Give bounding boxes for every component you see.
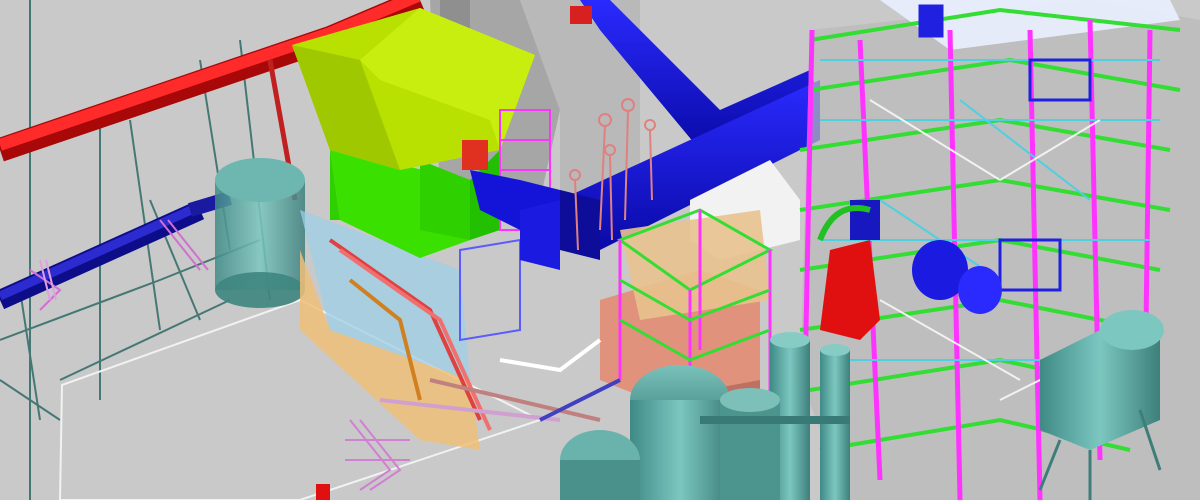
- red-marker: [316, 484, 330, 500]
- left-vessel: [215, 158, 305, 308]
- plant-3d-render: [0, 0, 1200, 500]
